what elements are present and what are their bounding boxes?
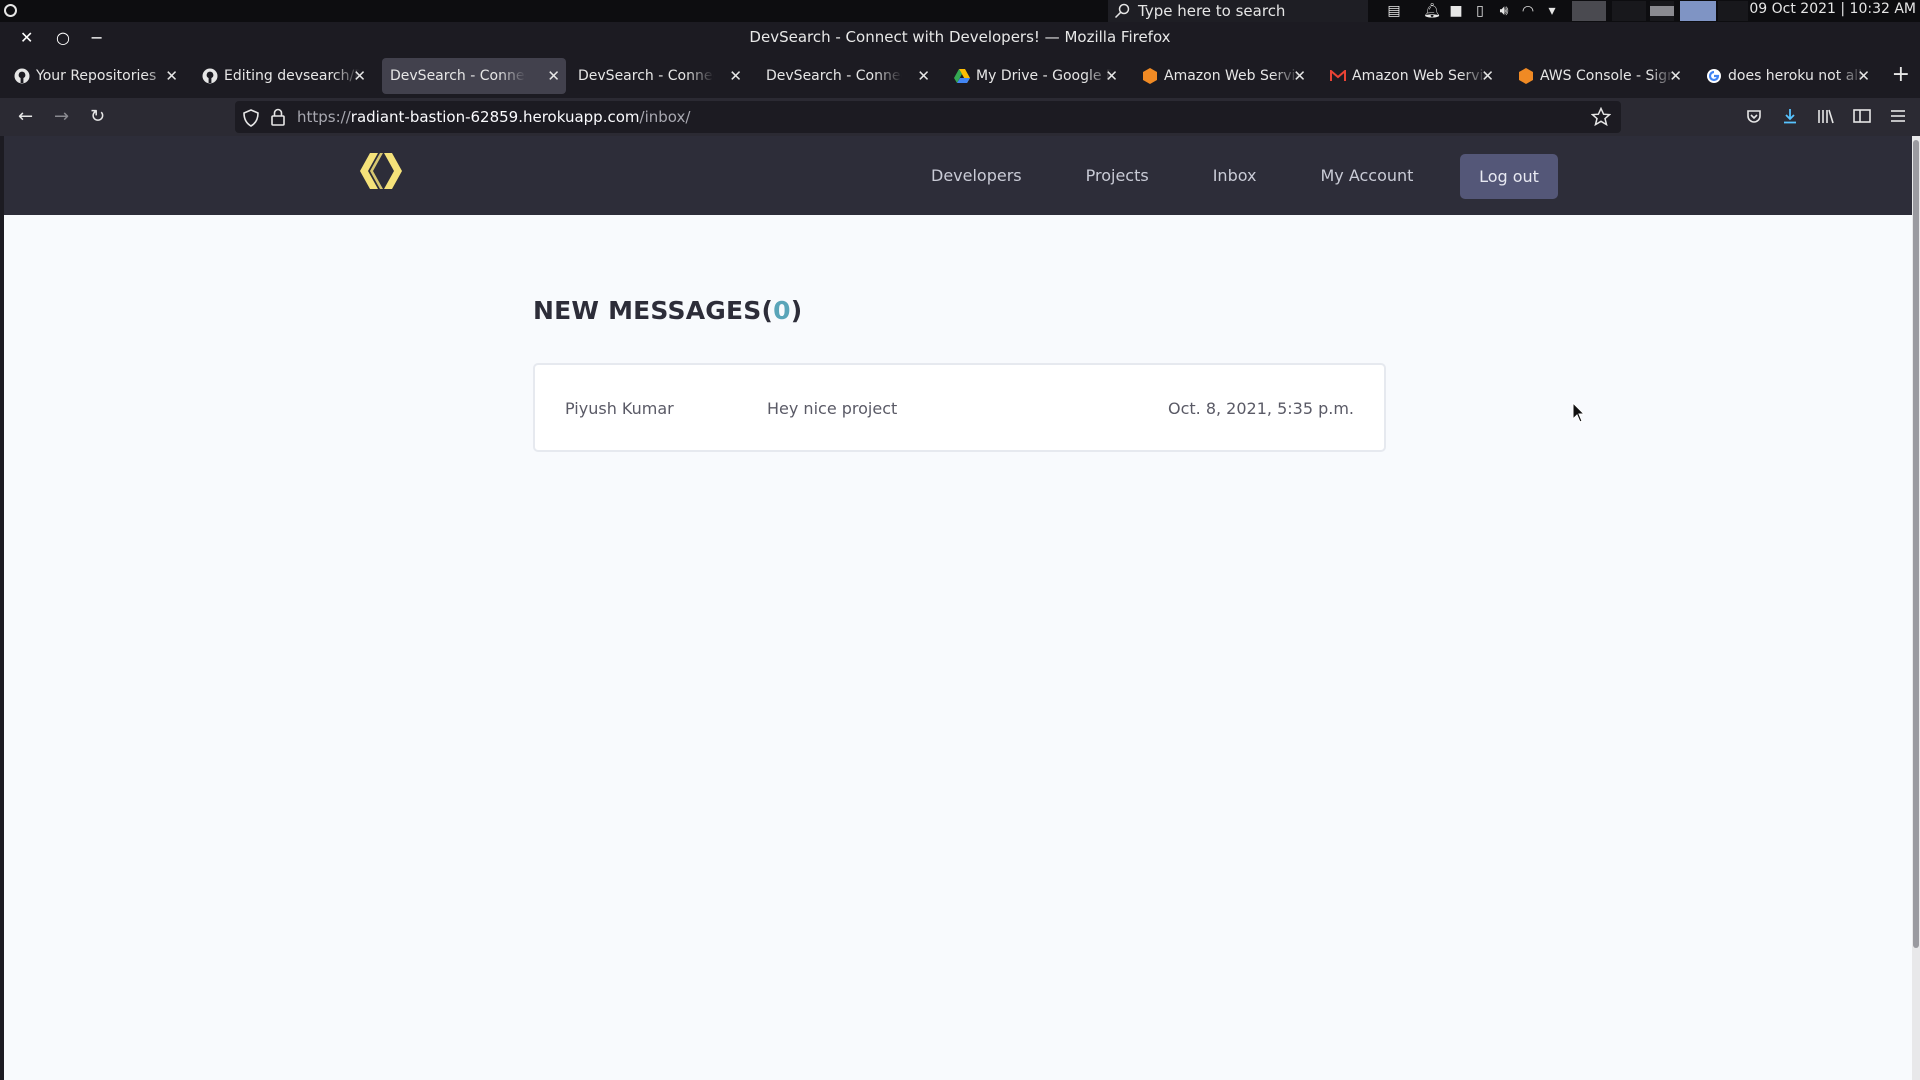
library-icon[interactable] xyxy=(1816,106,1836,126)
message-subject: Hey nice project xyxy=(767,399,898,418)
lock-icon[interactable] xyxy=(271,108,285,126)
forward-arrow-icon[interactable]: → xyxy=(54,106,69,127)
tab-strip: Your Repositories ✕ Editing devsearch/RE… xyxy=(0,54,1920,98)
screen-icon[interactable]: ▤ xyxy=(1385,2,1403,20)
close-tab-icon[interactable]: ✕ xyxy=(1293,67,1306,85)
system-tray: ▤ 🔔︎ ■ ▯ 🔊︎ ◠ ▾ xyxy=(1385,2,1561,20)
window-title-bar: ✕ ○ − DevSearch - Connect with Developer… xyxy=(0,22,1920,54)
message-sender: Piyush Kumar xyxy=(565,399,674,418)
site-nav: Developers Projects Inbox My Account xyxy=(931,166,1477,185)
nav-projects[interactable]: Projects xyxy=(1086,166,1149,185)
message-date: Oct. 8, 2021, 5:35 p.m. xyxy=(1167,399,1354,418)
close-tab-icon[interactable]: ✕ xyxy=(1857,67,1870,85)
gmail-icon xyxy=(1330,68,1346,84)
aws-icon xyxy=(1518,68,1534,84)
aws-icon xyxy=(1142,68,1158,84)
tab-label: DevSearch - Connect with Developers! xyxy=(578,68,714,84)
tab-devsearch-active[interactable]: DevSearch - Connect with Developers! ✕ xyxy=(382,58,566,94)
close-tab-icon[interactable]: ✕ xyxy=(917,67,930,85)
reload-icon[interactable]: ↻ xyxy=(90,106,105,127)
tab-editing-devsearch[interactable]: Editing devsearch/README ✕ xyxy=(194,58,372,94)
site-header: Developers Projects Inbox My Account Log… xyxy=(4,136,1912,215)
close-tab-icon[interactable]: ✕ xyxy=(165,67,178,85)
new-tab-icon[interactable]: + xyxy=(1892,62,1910,87)
notification-bell-icon[interactable]: 🔔︎ xyxy=(1423,2,1441,20)
github-icon xyxy=(202,68,218,84)
workspace-2[interactable] xyxy=(1612,1,1646,21)
workspace-1[interactable] xyxy=(1572,1,1606,21)
url-host: radiant-bastion-62859.herokuapp.com xyxy=(350,108,640,126)
window-title: DevSearch - Connect with Developers! — M… xyxy=(749,28,1171,46)
browser-toolbar: ← → ↻ https://radiant-bastion-62859.hero… xyxy=(0,98,1920,136)
tab-label: Your Repositories xyxy=(36,68,157,84)
workspace-5[interactable] xyxy=(1718,1,1748,21)
tab-aws-1[interactable]: Amazon Web Services ✕ xyxy=(1134,58,1312,94)
os-clock: 09 Oct 2021 | 10:32 AM xyxy=(1749,1,1916,17)
os-search-box[interactable]: Type here to search xyxy=(1108,0,1368,22)
page-viewport: Developers Projects Inbox My Account Log… xyxy=(4,136,1912,1080)
workspace-4-active[interactable] xyxy=(1680,1,1716,21)
close-tab-icon[interactable]: ✕ xyxy=(353,67,366,85)
clipboard-icon[interactable]: ▯ xyxy=(1471,2,1489,20)
url-path: /inbox/ xyxy=(639,108,691,126)
page-title: NEW MESSAGES(0) xyxy=(533,296,802,325)
workspace-3-window xyxy=(1650,6,1674,16)
search-icon xyxy=(1114,3,1130,19)
tab-label: My Drive - Google Drive xyxy=(976,68,1112,84)
tab-your-repositories[interactable]: Your Repositories ✕ xyxy=(6,58,184,94)
message-row[interactable]: Piyush Kumar Hey nice project Oct. 8, 20… xyxy=(533,363,1386,452)
tracking-shield-icon[interactable] xyxy=(243,109,259,127)
url-text[interactable]: https://radiant-bastion-62859.herokuapp.… xyxy=(297,108,690,126)
tab-devsearch-3[interactable]: DevSearch - Connect with Developers! ✕ xyxy=(758,58,936,94)
tab-google-drive[interactable]: My Drive - Google Drive ✕ xyxy=(946,58,1124,94)
tab-label: AWS Console - Signup xyxy=(1540,68,1676,84)
scrollbar-thumb[interactable] xyxy=(1913,140,1919,948)
pocket-icon[interactable] xyxy=(1744,106,1764,126)
tab-label: Editing devsearch/README xyxy=(224,68,360,84)
downloads-icon[interactable] xyxy=(1780,106,1800,126)
page-scrollbar[interactable] xyxy=(1912,136,1920,1080)
tab-devsearch-2[interactable]: DevSearch - Connect with Developers! ✕ xyxy=(570,58,748,94)
volume-icon[interactable]: 🔊︎ xyxy=(1495,2,1513,20)
close-tab-icon[interactable]: ✕ xyxy=(1105,67,1118,85)
page-title-open-paren: ( xyxy=(761,296,774,325)
tab-label: Amazon Web Services xyxy=(1164,68,1300,84)
tab-aws-console[interactable]: AWS Console - Signup ✕ xyxy=(1510,58,1688,94)
google-icon xyxy=(1706,68,1722,84)
back-arrow-icon[interactable]: ← xyxy=(18,106,33,127)
os-top-bar: Type here to search ▤ 🔔︎ ■ ▯ 🔊︎ ◠ ▾ 09 O… xyxy=(0,0,1920,22)
devsearch-logo-icon[interactable] xyxy=(356,151,406,191)
url-prefix: https:// xyxy=(297,108,351,126)
page-title-text: NEW MESSAGES xyxy=(533,296,762,325)
tab-aws-2[interactable]: Amazon Web Services ✕ xyxy=(1322,58,1500,94)
wifi-icon[interactable]: ◠ xyxy=(1519,2,1537,20)
unread-count: 0 xyxy=(773,296,791,325)
tab-google-search[interactable]: does heroku not allow ✕ xyxy=(1698,58,1876,94)
nav-inbox[interactable]: Inbox xyxy=(1213,166,1257,185)
close-tab-icon[interactable]: ✕ xyxy=(1481,67,1494,85)
tab-label: does heroku not allow xyxy=(1728,68,1864,84)
tab-label: DevSearch - Connect with Developers! xyxy=(766,68,902,84)
logout-button[interactable]: Log out xyxy=(1460,154,1558,199)
nav-developers[interactable]: Developers xyxy=(931,166,1022,185)
os-search-placeholder: Type here to search xyxy=(1138,2,1286,20)
sidebar-icon[interactable] xyxy=(1852,106,1872,126)
camera-icon[interactable]: ■ xyxy=(1447,2,1465,20)
close-tab-icon[interactable]: ✕ xyxy=(729,67,742,85)
tab-label: DevSearch - Connect with Developers! xyxy=(390,68,526,84)
mouse-pointer-icon xyxy=(1572,402,1586,423)
address-bar[interactable]: https://radiant-bastion-62859.herokuapp.… xyxy=(235,101,1621,133)
github-icon xyxy=(14,68,30,84)
tab-label: Amazon Web Services xyxy=(1352,68,1488,84)
bookmark-star-icon[interactable] xyxy=(1591,107,1611,127)
os-menu-icon[interactable] xyxy=(4,4,17,17)
google-drive-icon xyxy=(954,68,970,84)
hamburger-menu-icon[interactable] xyxy=(1888,106,1908,126)
nav-my-account[interactable]: My Account xyxy=(1320,166,1413,185)
close-tab-icon[interactable]: ✕ xyxy=(1669,67,1682,85)
close-tab-icon[interactable]: ✕ xyxy=(547,67,560,85)
tray-expand-icon[interactable]: ▾ xyxy=(1543,2,1561,20)
page-title-close-paren: ) xyxy=(790,296,803,325)
